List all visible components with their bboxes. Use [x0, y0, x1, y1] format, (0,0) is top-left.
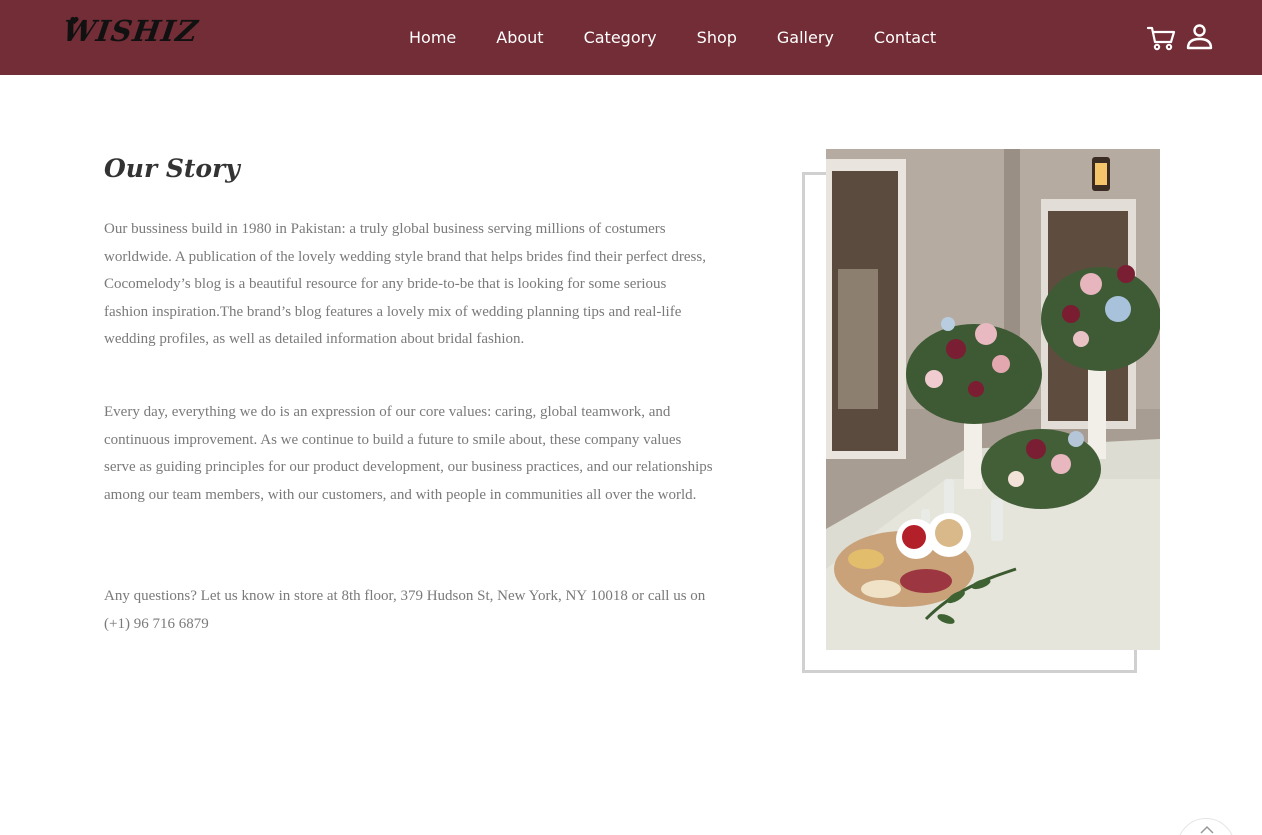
- story-photo: [826, 149, 1160, 650]
- navbar: WISHIZ Home About Category Shop Gallery …: [0, 0, 1262, 75]
- wedding-table-illustration: [826, 149, 1160, 650]
- nav-item-contact[interactable]: Contact: [874, 26, 936, 50]
- arrow-up-icon: [1200, 825, 1214, 834]
- cart-icon[interactable]: [1147, 25, 1176, 51]
- scroll-to-top-button[interactable]: [1177, 818, 1235, 835]
- nav-menu: Home About Category Shop Gallery Contact: [409, 26, 936, 50]
- brand-logo[interactable]: WISHIZ: [61, 14, 201, 48]
- nav-item-shop[interactable]: Shop: [697, 26, 737, 50]
- nav-item-about[interactable]: About: [496, 26, 543, 50]
- user-icon[interactable]: [1186, 23, 1213, 50]
- nav-item-category[interactable]: Category: [584, 26, 657, 50]
- nav-item-gallery[interactable]: Gallery: [777, 26, 834, 50]
- section-title: Our Story: [104, 154, 240, 183]
- nav-item-home[interactable]: Home: [409, 26, 456, 50]
- story-paragraph-1: Our bussiness build in 1980 in Pakistan:…: [104, 221, 706, 347]
- contact-paragraph: Any questions? Let us know in store at 8…: [104, 588, 706, 632]
- story-paragraph-2: Every day, everything we do is an expres…: [104, 404, 713, 503]
